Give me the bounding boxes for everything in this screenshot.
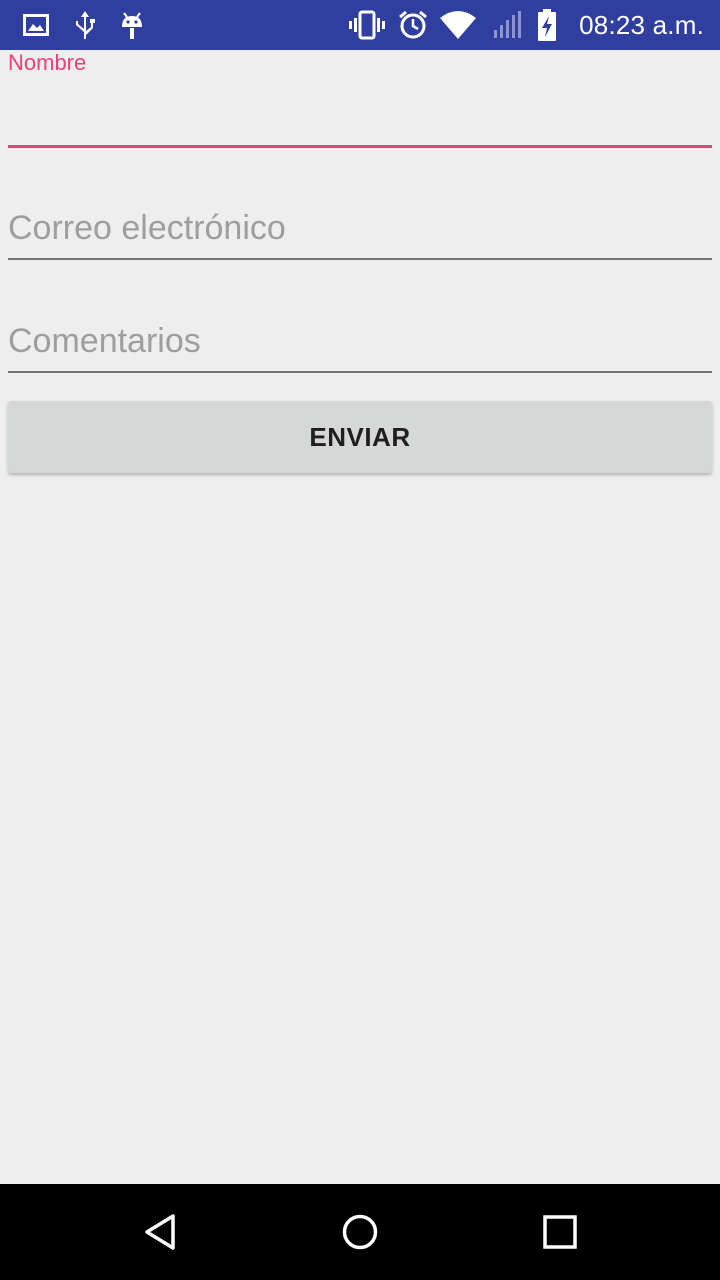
navigation-bar <box>0 1184 720 1280</box>
email-placeholder: Correo electrónico <box>8 209 286 247</box>
comments-underline <box>8 371 712 373</box>
submit-button[interactable]: ENVIAR <box>8 401 712 473</box>
home-icon[interactable] <box>312 1184 408 1280</box>
comments-placeholder: Comentarios <box>8 322 201 360</box>
recents-icon[interactable] <box>512 1184 608 1280</box>
clock: 08:23 a.m. <box>579 10 704 40</box>
battery-charging-icon <box>534 0 560 50</box>
back-icon[interactable] <box>112 1184 208 1280</box>
nombre-field[interactable]: Nombre <box>8 50 712 150</box>
nombre-label: Nombre <box>8 50 87 75</box>
image-icon <box>22 0 50 50</box>
comments-field[interactable]: Comentarios <box>8 312 712 374</box>
status-bar: 08:23 a.m. <box>0 0 720 50</box>
android-debug-icon <box>118 0 146 50</box>
vibrate-icon <box>348 0 386 50</box>
usb-icon <box>70 0 100 50</box>
nombre-underline <box>8 145 712 148</box>
email-underline <box>8 258 712 260</box>
signal-icon <box>488 0 524 50</box>
wifi-icon <box>438 0 478 50</box>
email-field[interactable]: Correo electrónico <box>8 200 712 262</box>
alarm-icon <box>396 0 430 50</box>
